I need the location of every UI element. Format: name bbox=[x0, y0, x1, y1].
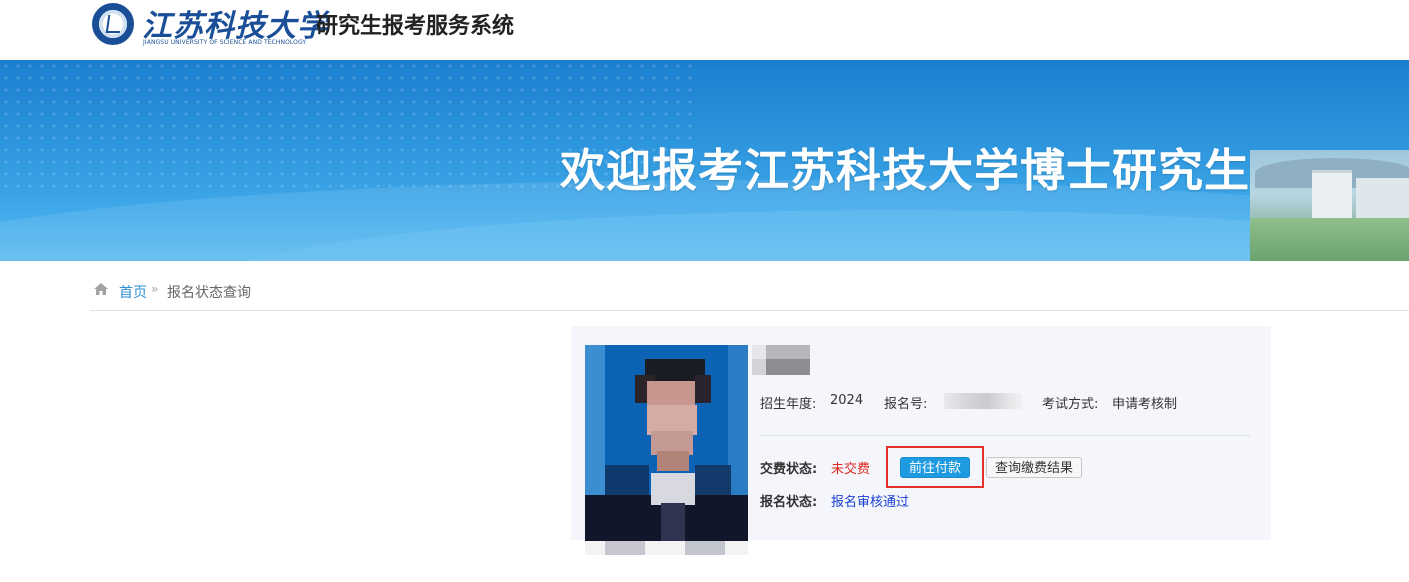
payment-status-value: 未交费 bbox=[831, 462, 871, 477]
enrollment-year-label: 招生年度: bbox=[760, 397, 817, 412]
registration-status-value: 报名审核通过 bbox=[831, 495, 910, 510]
university-emblem-icon bbox=[92, 3, 134, 45]
breadcrumb-separator: » bbox=[151, 282, 159, 296]
campus-building bbox=[1312, 170, 1352, 218]
registration-status-label: 报名状态: bbox=[760, 495, 818, 510]
enrollment-year-value: 2024 bbox=[830, 393, 864, 408]
top-header: 江苏科技大学 JIANGSU UNIVERSITY OF SCIENCE AND… bbox=[0, 0, 1409, 60]
campus-building bbox=[1356, 178, 1409, 218]
campus-lawn bbox=[1250, 218, 1409, 261]
applicant-photo bbox=[585, 345, 748, 555]
breadcrumb-current: 报名状态查询 bbox=[167, 285, 251, 301]
breadcrumb: 首页 » 报名状态查询 bbox=[90, 280, 1409, 311]
card-divider bbox=[760, 435, 1250, 436]
breadcrumb-home-link[interactable]: 首页 bbox=[119, 282, 147, 302]
exam-method-label: 考试方式: bbox=[1042, 397, 1099, 412]
welcome-banner: 欢迎报考江苏科技大学博士研究生 bbox=[0, 60, 1409, 261]
logo-english-name: JIANGSU UNIVERSITY OF SCIENCE AND TECHNO… bbox=[143, 39, 307, 46]
query-payment-result-button[interactable]: 查询缴费结果 bbox=[986, 457, 1082, 478]
payment-status-label: 交费状态: bbox=[760, 462, 818, 477]
university-logo[interactable]: 江苏科技大学 JIANGSU UNIVERSITY OF SCIENCE AND… bbox=[90, 3, 327, 47]
system-title: 研究生报考服务系统 bbox=[316, 14, 515, 39]
home-icon[interactable] bbox=[94, 283, 108, 295]
registration-number-redacted bbox=[944, 393, 1022, 409]
banner-title: 欢迎报考江苏科技大学博士研究生 bbox=[560, 144, 1251, 197]
exam-method-value: 申请考核制 bbox=[1112, 397, 1178, 412]
go-to-payment-button[interactable]: 前往付款 bbox=[900, 457, 970, 478]
applicant-name-redacted bbox=[752, 345, 812, 375]
registration-number-label: 报名号: bbox=[884, 397, 928, 412]
